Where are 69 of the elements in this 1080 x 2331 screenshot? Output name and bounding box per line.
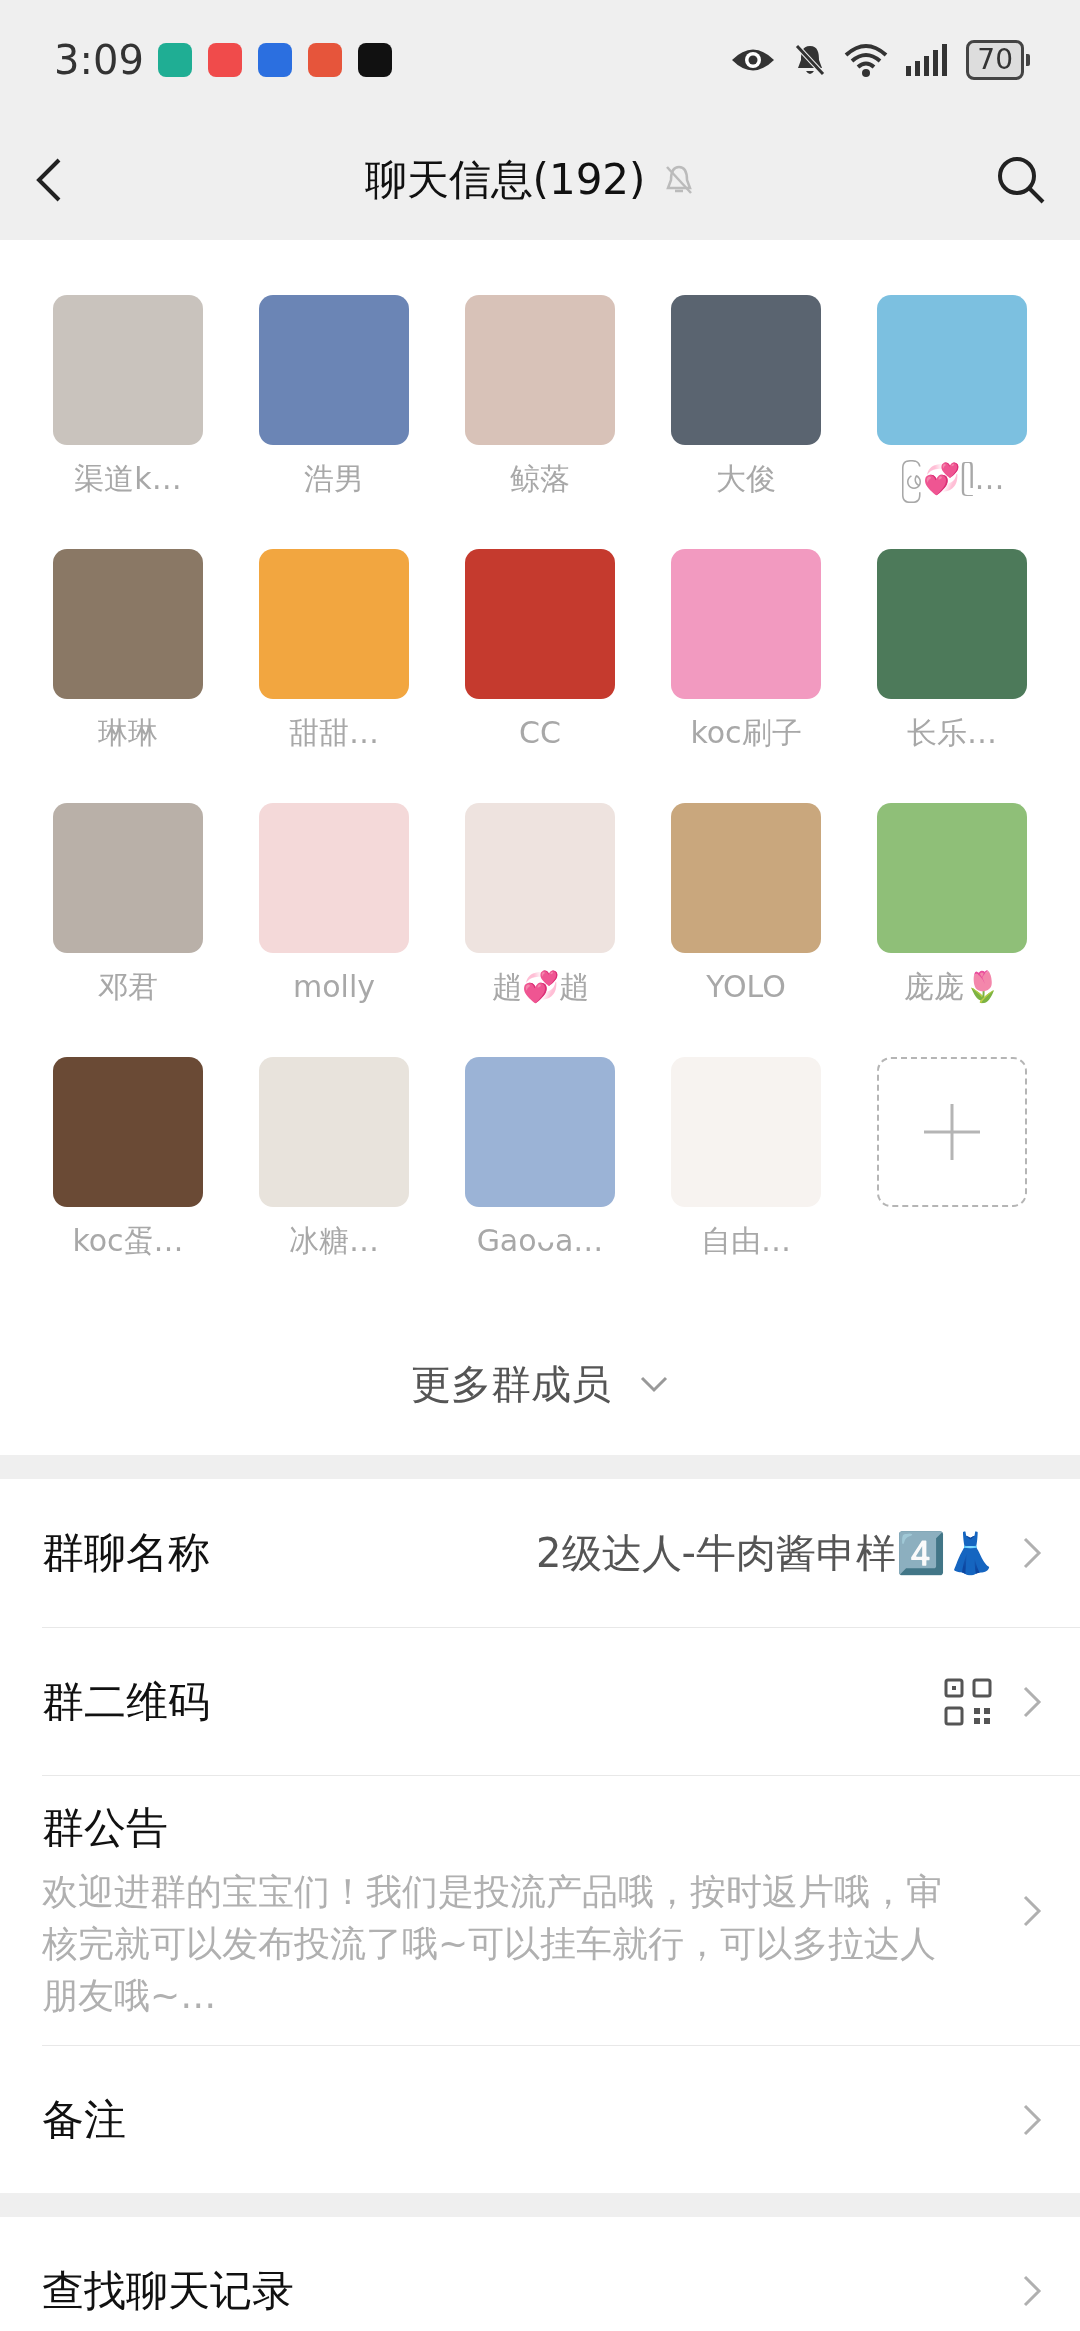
member-name: 趙💞趙	[491, 968, 589, 1006]
row-label: 备注	[42, 2093, 127, 2146]
avatar-photo-placeholder[interactable]	[53, 803, 203, 953]
avatar-photo-placeholder[interactable]	[53, 549, 203, 699]
signal-icon	[906, 44, 949, 76]
member-name: koc蛋…	[72, 1222, 184, 1260]
member-name: 鲸落	[510, 460, 570, 498]
page-title: 聊天信息(192)	[364, 154, 646, 206]
qr-code-icon	[944, 1677, 992, 1726]
member-name: 冰糖…	[289, 1222, 379, 1260]
app-icon	[207, 43, 242, 77]
settings-row[interactable]: 备注	[42, 2045, 1080, 2193]
row-label: 群聊名称	[42, 1527, 211, 1579]
avatar-photo-placeholder[interactable]	[877, 295, 1027, 445]
member-name: 甜甜…	[289, 714, 379, 752]
member-name: 浩男	[304, 460, 364, 498]
chevron-right-icon	[1022, 1536, 1042, 1570]
app-icon	[257, 43, 292, 77]
announcement-text: 欢迎进群的宝宝们！我们是投流产品哦，按时返片哦，审核完就可以发布投流了哦~可以挂车就行，可以多拉达人朋友哦~…	[42, 1869, 942, 2018]
plus-icon	[922, 1102, 982, 1162]
chevron-right-icon	[1022, 2102, 1042, 2137]
row-label: 查找聊天记录	[42, 2265, 295, 2317]
bell-off-icon	[794, 43, 827, 77]
member-name: 邓君	[98, 968, 158, 1006]
search-icon[interactable]	[996, 155, 1046, 205]
avatar-photo-placeholder[interactable]	[671, 295, 821, 445]
chevron-right-icon	[1022, 1684, 1042, 1719]
add-member-button[interactable]	[877, 1057, 1027, 1207]
avatar-photo-placeholder[interactable]	[53, 295, 203, 445]
avatar-photo-placeholder[interactable]	[259, 549, 409, 699]
group-name-value: 2级达人-牛肉酱申样4⃣👗	[536, 1528, 996, 1578]
member-name: Gaoᴗa…	[476, 1222, 604, 1260]
member-name: 长乐…	[907, 714, 997, 752]
member-name: 自由…	[701, 1222, 791, 1260]
app-icon	[357, 43, 392, 77]
member-name: 大俊	[716, 460, 776, 498]
avatar-photo-placeholder[interactable]	[259, 1057, 409, 1207]
member-name: molly	[293, 968, 375, 1006]
app-icon	[157, 43, 192, 77]
clock-time: 3:09	[54, 37, 144, 83]
avatar-photo-placeholder[interactable]	[465, 803, 615, 953]
settings-row[interactable]: 群公告 欢迎进群的宝宝们！我们是投流产品哦，按时返片哦，审核完就可以发布投流了哦~可以挂车就行，可以多拉达人朋友哦~…	[42, 1775, 1080, 2045]
wifi-icon	[844, 43, 889, 77]
row-label: 群公告	[42, 1801, 169, 1854]
member-name: YOLO	[706, 968, 786, 1006]
avatar-photo-placeholder[interactable]	[877, 803, 1027, 953]
settings-row[interactable]: 群聊名称 2级达人-牛肉酱申样4⃣👗	[42, 1479, 1080, 1627]
more-members-button[interactable]: 更多群成员	[411, 1361, 669, 1407]
member-name: 渠道k…	[74, 460, 182, 498]
avatar-photo-placeholder[interactable]	[465, 549, 615, 699]
avatar-photo-placeholder[interactable]	[465, 295, 615, 445]
avatar-photo-placeholder[interactable]	[671, 549, 821, 699]
avatar-photo-placeholder[interactable]	[877, 549, 1027, 699]
member-name: 庞庞🌷	[903, 968, 1001, 1006]
member-name: CC	[519, 714, 561, 752]
row-label: 群二维码	[42, 1675, 211, 1728]
battery-level: 70	[966, 40, 1024, 80]
chevron-right-icon	[1022, 2274, 1042, 2308]
app-icon	[307, 43, 342, 77]
chevron-down-icon	[639, 1375, 669, 1393]
member-name: koc刷子	[690, 714, 802, 752]
avatar-photo-placeholder[interactable]	[259, 803, 409, 953]
avatar-photo-placeholder[interactable]	[465, 1057, 615, 1207]
chevron-right-icon	[1022, 1893, 1042, 1928]
avatar-photo-placeholder[interactable]	[259, 295, 409, 445]
avatar-photo-placeholder[interactable]	[671, 803, 821, 953]
member-name: 琳琳	[98, 714, 158, 752]
settings-row[interactable]: 群二维码	[42, 1627, 1080, 1775]
avatar-photo-placeholder[interactable]	[53, 1057, 203, 1207]
